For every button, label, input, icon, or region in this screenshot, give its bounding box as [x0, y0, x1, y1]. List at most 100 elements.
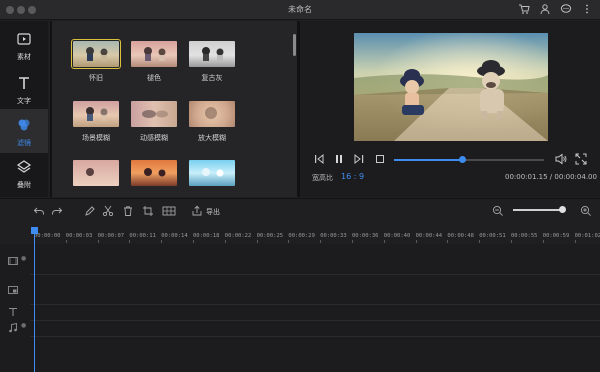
- track-lock-dot[interactable]: ●: [21, 322, 26, 329]
- track-divider: [30, 320, 600, 321]
- timeline-tick: [447, 240, 449, 243]
- nav-item-filter[interactable]: 滤镜: [0, 109, 48, 153]
- timeline-tick: [542, 240, 544, 243]
- redo-icon[interactable]: [51, 205, 63, 217]
- cut-scissors-icon[interactable]: [102, 205, 114, 217]
- filter-label: 放大模糊: [198, 134, 226, 142]
- timeline-tick: [352, 240, 353, 243]
- timeline-tick-label: 00:00:44: [415, 233, 443, 239]
- playback-progress-knob[interactable]: [458, 156, 466, 163]
- filter-icon: [15, 117, 33, 135]
- timeline-playhead[interactable]: [34, 228, 35, 372]
- timeline-tick: [65, 240, 67, 243]
- app-window: 未命名 素材 文字 滤镜 叠附 怀旧 褪色 复古灰 场景模糊 动感模糊 放大模糊…: [0, 0, 600, 372]
- filter-thumb-retro-gray[interactable]: [189, 41, 235, 67]
- timeline-tick-label: 00:00:40: [383, 233, 411, 239]
- window-title: 未命名: [288, 5, 312, 14]
- timeline-tick-label: 00:00:03: [65, 233, 93, 239]
- filter-thumb-motion-blur[interactable]: [131, 101, 177, 127]
- chat-icon[interactable]: [559, 3, 573, 17]
- timeline-tick-label: 00:00:25: [256, 233, 284, 239]
- aspect-ratio-value[interactable]: 16 : 9: [341, 172, 364, 181]
- undo-icon[interactable]: [33, 205, 45, 217]
- filter-thumb-zoom-blur[interactable]: [189, 101, 235, 127]
- nav-item-label: 文字: [17, 97, 31, 105]
- filter-label: 动感模糊: [140, 134, 168, 142]
- fullscreen-icon[interactable]: [575, 153, 587, 169]
- timeline-tick: [415, 240, 417, 243]
- timeline-tick-label: 00:00:51: [479, 233, 506, 239]
- nav-item-label: 滤镜: [17, 139, 31, 147]
- filter-thumb-nostalgia[interactable]: [71, 39, 121, 69]
- export-label[interactable]: 导出: [206, 207, 220, 217]
- edit-pencil-icon[interactable]: [84, 205, 96, 217]
- timeline-tick: [511, 240, 512, 243]
- timeline-tick: [129, 240, 131, 243]
- filter-label: 场景模糊: [82, 134, 110, 142]
- filter-scrollbar[interactable]: [293, 34, 296, 56]
- zoom-out-icon[interactable]: [492, 205, 504, 217]
- title-bar: 未命名: [0, 0, 600, 20]
- step-forward-button[interactable]: [353, 153, 365, 169]
- track-lock-dot[interactable]: ●: [21, 255, 26, 262]
- step-back-button[interactable]: [313, 153, 325, 169]
- filter-label: 复古灰: [201, 74, 223, 82]
- zoom-in-icon[interactable]: [580, 205, 592, 217]
- timeline-tick: [97, 240, 99, 243]
- timeline-tick-label: 00:00:59: [542, 233, 570, 239]
- filter-label: 怀旧: [89, 74, 103, 82]
- aspect-ratio-label: 宽高比: [312, 174, 333, 182]
- track-divider: [30, 304, 600, 305]
- filter-thumb-9[interactable]: [189, 160, 235, 186]
- timeline-tick: [288, 240, 290, 243]
- pause-button[interactable]: [333, 153, 345, 169]
- timeline-playhead-handle[interactable]: [31, 227, 38, 234]
- video-track-icon: [7, 255, 19, 267]
- timeline-tick: [574, 240, 576, 243]
- cart-icon[interactable]: [517, 3, 531, 17]
- timeline-tick-label: 00:01:02: [574, 233, 600, 239]
- timeline-tick-label: 00:00:18: [193, 233, 220, 239]
- timeline-tick-label: 00:00:36: [352, 233, 379, 239]
- delete-trash-icon[interactable]: [122, 205, 134, 217]
- crop-icon[interactable]: [142, 205, 154, 217]
- filter-thumb-fade[interactable]: [131, 41, 177, 67]
- nav-item-media[interactable]: 素材: [0, 23, 48, 67]
- timeline-tick-label: 00:00:55: [511, 233, 538, 239]
- nav-item-text[interactable]: 文字: [0, 67, 48, 111]
- timeline-tick: [224, 240, 226, 243]
- video-preview[interactable]: [354, 33, 548, 141]
- timeline-tick-label: 00:00:22: [224, 233, 252, 239]
- media-icon: [15, 31, 33, 49]
- more-icon[interactable]: [580, 3, 594, 17]
- text-track-icon: [7, 306, 19, 318]
- filter-thumb-8[interactable]: [131, 160, 177, 186]
- filter-thumb-7[interactable]: [73, 160, 119, 186]
- export-icon[interactable]: [191, 205, 203, 217]
- nav-item-label: 叠附: [17, 181, 31, 189]
- timeline-tick-label: 00:00:29: [288, 233, 315, 239]
- timeline-tick-label: 00:00:07: [97, 233, 125, 239]
- timeline-tick: [193, 240, 194, 243]
- overlay-icon: [15, 159, 33, 177]
- nav-item-overlay[interactable]: 叠附: [0, 151, 48, 195]
- playback-progress[interactable]: [394, 159, 544, 161]
- timeline-tick: [479, 240, 481, 243]
- playback-progress-fill: [394, 159, 462, 161]
- filter-thumb-scene-blur[interactable]: [73, 101, 119, 127]
- text-icon: [15, 75, 33, 93]
- playback-timecode: 00:00:01.15 / 00:00:04.00: [505, 173, 597, 181]
- track-divider: [30, 336, 600, 337]
- timeline-tick: [256, 240, 258, 243]
- left-nav: 素材 文字 滤镜 叠附: [0, 21, 48, 197]
- mosaic-icon[interactable]: [162, 205, 176, 217]
- timeline-tick-label: 00:00:33: [320, 233, 347, 239]
- volume-icon[interactable]: [555, 153, 567, 169]
- track-divider: [30, 274, 600, 275]
- user-icon[interactable]: [538, 3, 552, 17]
- music-track-icon: [7, 322, 19, 334]
- timeline-tick: [383, 240, 385, 243]
- stop-button[interactable]: [374, 153, 386, 169]
- nav-item-label: 素材: [17, 53, 31, 61]
- timeline-zoom-slider[interactable]: [513, 209, 565, 211]
